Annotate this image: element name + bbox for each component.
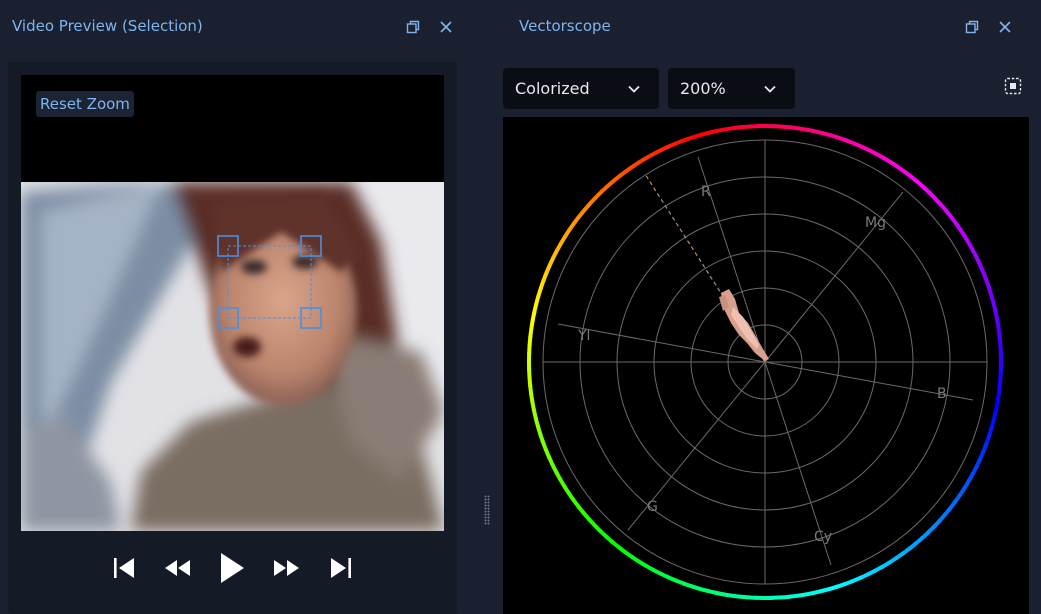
target-label-cy: Cy <box>814 529 832 545</box>
chevron-down-icon <box>764 85 776 93</box>
skip-to-end-icon <box>331 558 351 578</box>
skip-to-end-button[interactable] <box>327 552 355 584</box>
focus-selection-icon[interactable] <box>1004 77 1022 95</box>
restore-icon[interactable] <box>404 18 422 36</box>
chevron-down-icon <box>628 85 640 93</box>
video-frame-image <box>21 182 444 531</box>
target-label-b: B <box>937 386 947 402</box>
video-viewport[interactable]: Reset Zoom <box>21 75 444 531</box>
play-icon <box>221 553 244 583</box>
restore-icon[interactable] <box>963 18 981 36</box>
target-label-g: G <box>647 499 658 515</box>
reset-zoom-button[interactable]: Reset Zoom <box>36 91 134 117</box>
vectorscope-title: Vectorscope <box>519 17 611 35</box>
fast-forward-icon <box>274 560 299 576</box>
close-icon[interactable] <box>996 18 1014 36</box>
scope-zoom-value: 200% <box>680 79 726 98</box>
scope-zoom-dropdown[interactable]: 200% <box>668 68 795 109</box>
vectorscope-display[interactable]: R Mg Yl B G Cy <box>503 117 1029 614</box>
close-icon[interactable] <box>437 18 455 36</box>
target-label-mg: Mg <box>865 215 886 231</box>
skip-to-start-icon <box>114 558 134 578</box>
scope-mode-value: Colorized <box>515 79 590 98</box>
skip-to-start-button[interactable] <box>110 552 138 584</box>
target-label-r: R <box>701 184 711 200</box>
fast-forward-button[interactable] <box>272 552 300 584</box>
video-preview-title: Video Preview (Selection) <box>12 17 203 35</box>
play-button[interactable] <box>218 552 246 584</box>
rewind-button[interactable] <box>164 552 192 584</box>
vectorscope-graph: R Mg Yl B G Cy <box>527 124 1003 600</box>
panel-splitter-handle[interactable] <box>484 495 490 525</box>
scope-mode-dropdown[interactable]: Colorized <box>503 68 659 109</box>
target-label-yl: Yl <box>577 328 590 344</box>
rewind-icon <box>165 560 190 576</box>
